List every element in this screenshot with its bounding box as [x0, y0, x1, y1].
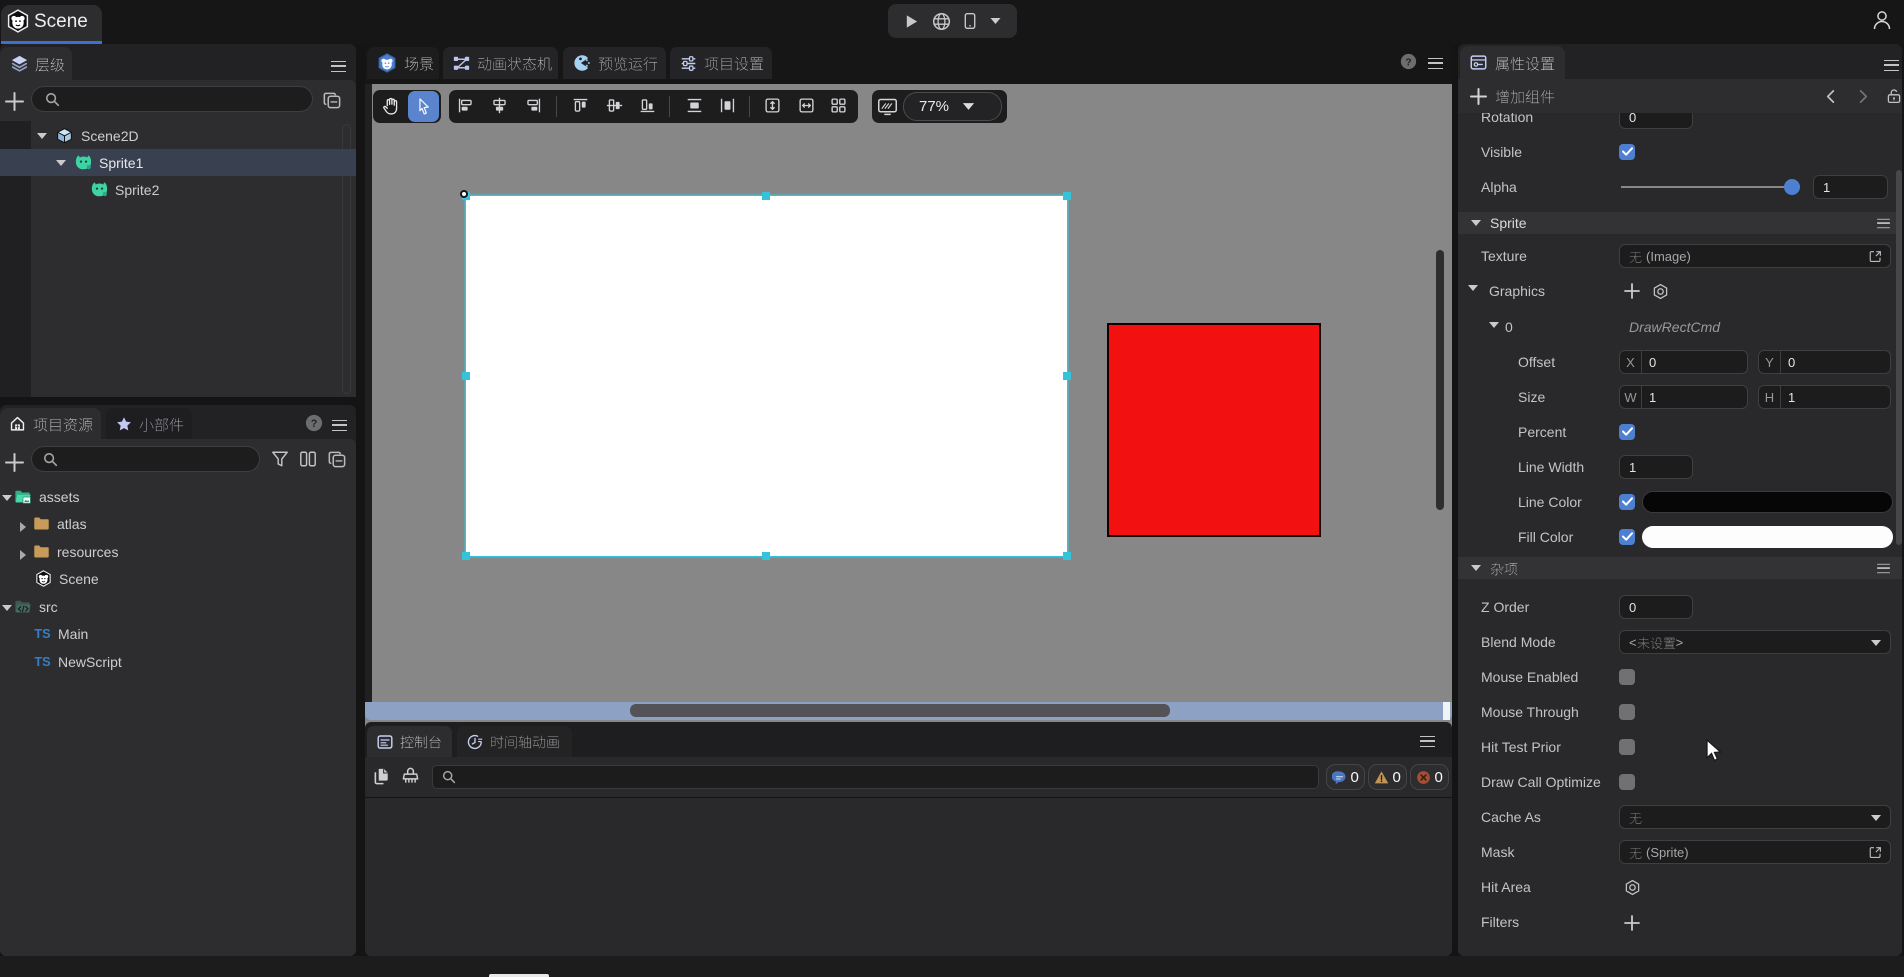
svg-text:?: ? — [311, 418, 318, 430]
svg-text:TS: TS — [34, 654, 50, 669]
svg-text:?: ? — [1405, 57, 1411, 68]
svg-text:TS: TS — [34, 626, 50, 641]
